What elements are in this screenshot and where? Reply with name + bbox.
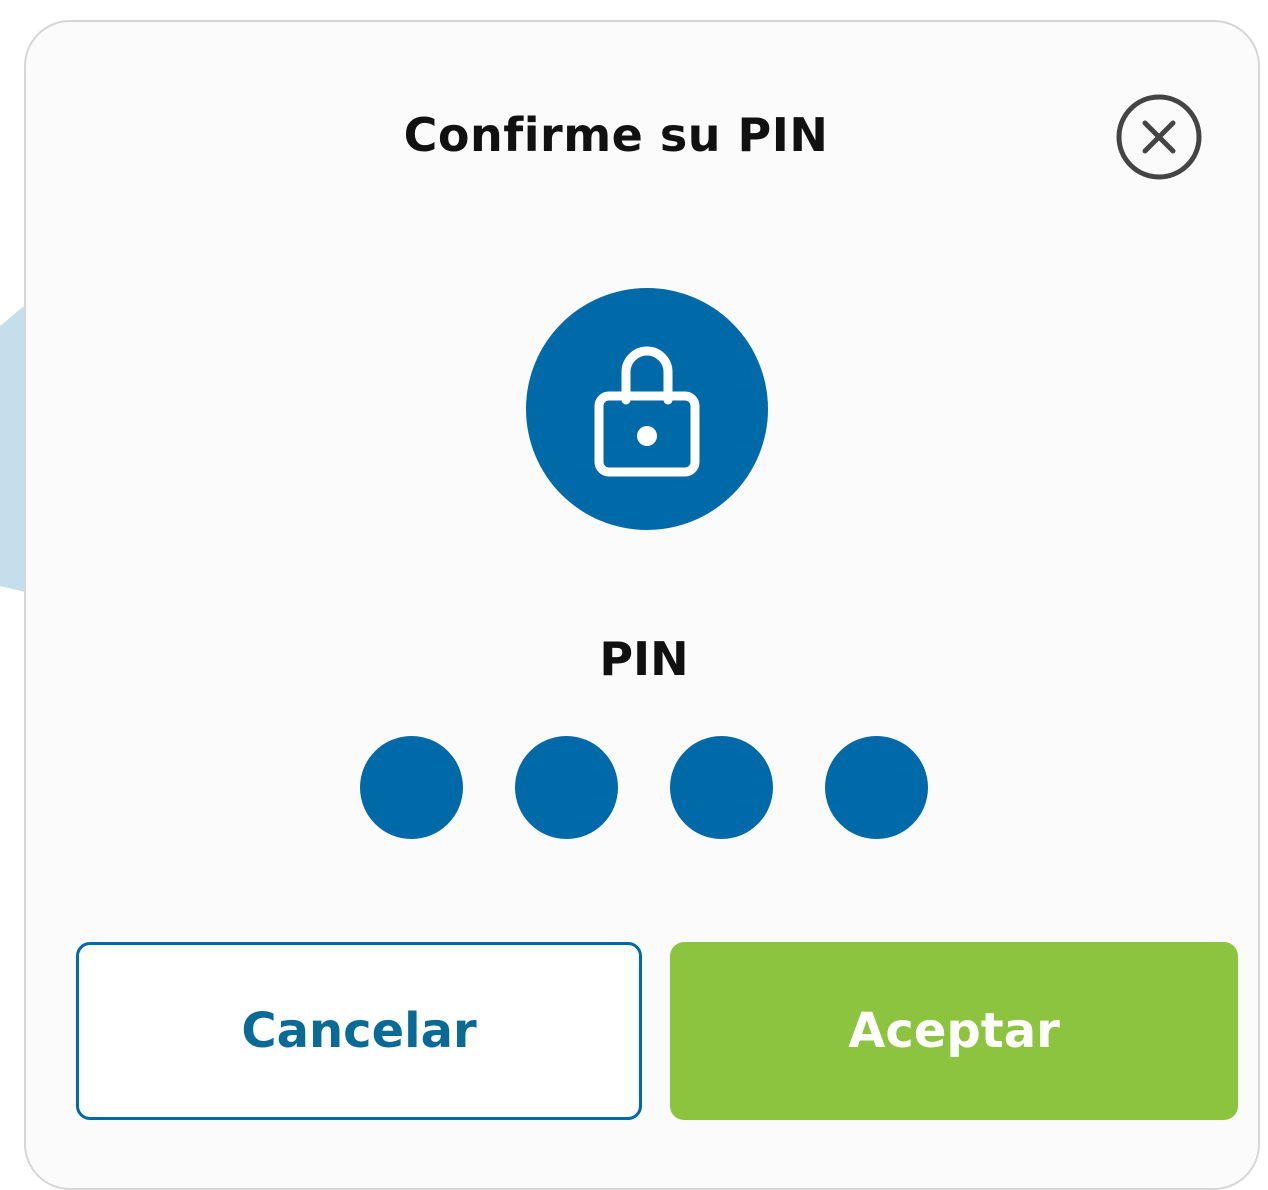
pin-dot-1 (360, 736, 463, 839)
pin-dot-2 (515, 736, 618, 839)
pin-dot-4 (825, 736, 928, 839)
confirm-pin-dialog: Confirme su PIN PIN Cancelar Aceptar (24, 20, 1260, 1190)
dialog-title: Confirme su PIN (403, 108, 829, 162)
accept-button-label: Aceptar (848, 1003, 1060, 1059)
accept-button[interactable]: Aceptar (670, 942, 1238, 1120)
pin-input[interactable] (360, 736, 928, 839)
close-button[interactable] (1116, 94, 1202, 180)
pin-label: PIN (599, 632, 689, 686)
lock-icon (594, 346, 700, 477)
cancel-button[interactable]: Cancelar (76, 942, 642, 1120)
pin-dot-3 (670, 736, 773, 839)
close-circle-icon (1116, 94, 1202, 180)
cancel-button-label: Cancelar (241, 1003, 477, 1059)
lock-badge (526, 288, 768, 530)
